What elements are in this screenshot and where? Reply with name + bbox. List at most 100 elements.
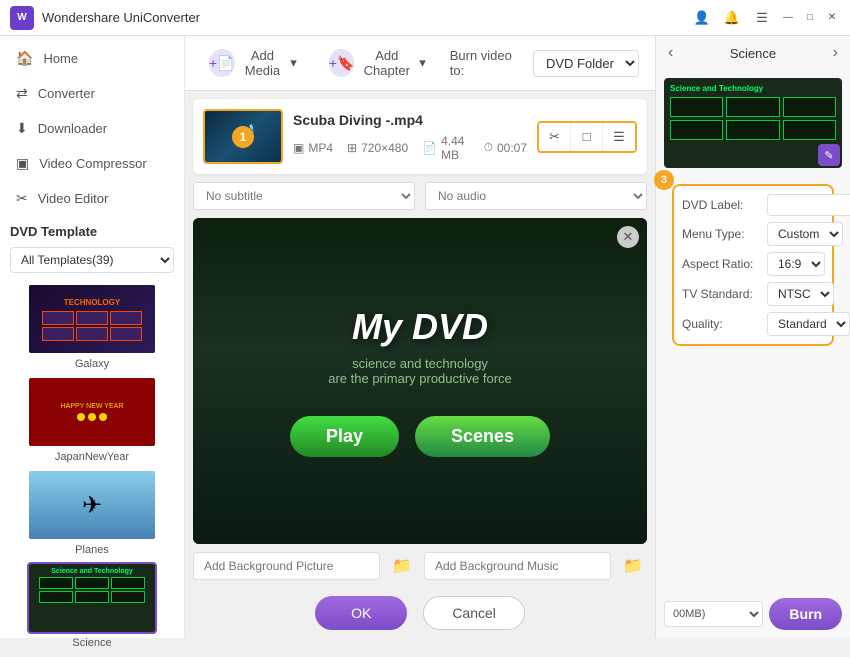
downloader-icon: ⬇	[16, 120, 28, 137]
menu-type-label: Menu Type:	[682, 227, 767, 241]
user-icon[interactable]: 👤	[690, 6, 714, 30]
quality-row: Quality: Standard High Low	[682, 312, 824, 336]
tv-standard-select[interactable]: NTSC PAL	[767, 282, 834, 306]
sidebar-label-downloader: Downloader	[38, 121, 107, 136]
template-thumb-japannewyear: HAPPY NEW YEAR	[27, 376, 157, 448]
file-resolution: ⊞ 720×480	[347, 141, 408, 155]
menu-type-select[interactable]: Custom None Default	[767, 222, 843, 246]
app-container: 🏠 Home ⇄ Converter ⬇ Downloader ▣ Video …	[0, 36, 850, 638]
preview-buttons: Play Scenes	[290, 416, 550, 457]
dvd-settings-box: DVD Label: Menu Type: Custom None Defaul…	[672, 184, 834, 346]
preview-close-button[interactable]: ✕	[617, 226, 639, 248]
file-duration: ⏱ 00:07	[484, 140, 527, 155]
nav-prev-button[interactable]: ‹	[664, 40, 677, 66]
dvd-label-input[interactable]	[767, 194, 850, 216]
file-section: 🤿 1 Scuba Diving -.mp4 ▣ MP4 ⊞ 720×480 📄	[193, 99, 647, 174]
template-thumb-science: Science and Technology	[27, 562, 157, 634]
template-grid: TECHNOLOGY Galaxy	[10, 283, 174, 649]
aspect-ratio-label: Aspect Ratio:	[682, 257, 767, 271]
file-badge: 1	[232, 126, 254, 148]
list-button[interactable]: ☰	[603, 123, 635, 151]
background-picture-input[interactable]	[193, 552, 380, 580]
sidebar-label-home: Home	[43, 51, 78, 66]
video-compressor-icon: ▣	[16, 155, 29, 172]
burn-to-select[interactable]: DVD Folder	[533, 50, 639, 77]
right-panel: ‹ Science › Science and Technology 2 ✎	[655, 36, 850, 638]
dvd-settings-wrapper: 3 DVD Label: Menu Type: Custom None Defa…	[664, 180, 842, 350]
quality-label: Quality:	[682, 317, 767, 331]
file-thumbnail: 🤿 1	[203, 109, 283, 164]
audio-select[interactable]: No audio	[425, 182, 647, 210]
template-item-science[interactable]: Science and Technology Science	[10, 562, 174, 649]
maximize-button[interactable]: □	[802, 10, 818, 26]
preview-subtitle: science and technology are the primary p…	[328, 356, 512, 386]
dvd-label-label: DVD Label:	[682, 198, 767, 212]
aspect-ratio-select[interactable]: 16:9 4:3	[767, 252, 825, 276]
add-chapter-icon: +🔖	[329, 49, 355, 77]
sidebar-item-home[interactable]: 🏠 Home	[0, 41, 184, 76]
scenes-button[interactable]: Scenes	[415, 416, 550, 457]
top-toolbar: +📄 Add Media ▾ +🔖 Add Chapter ▾ Burn vid…	[185, 36, 655, 91]
titlebar: W Wondershare UniConverter 👤 🔔 ☰ — □ ✕	[0, 0, 850, 36]
aspect-ratio-row: Aspect Ratio: 16:9 4:3	[682, 252, 824, 276]
template-select[interactable]: All Templates(39)	[10, 247, 174, 273]
home-icon: 🏠	[16, 50, 33, 67]
template-item-galaxy[interactable]: TECHNOLOGY Galaxy	[10, 283, 174, 370]
template-thumb-planes: ✈	[27, 469, 157, 541]
preview-title: My DVD	[352, 306, 488, 348]
minimize-button[interactable]: —	[780, 10, 796, 26]
close-window-button[interactable]: ✕	[824, 10, 840, 26]
dvd-template-title: DVD Template	[10, 224, 174, 239]
app-logo: W	[10, 6, 34, 30]
subtitle-select[interactable]: No subtitle	[193, 182, 415, 210]
add-chapter-button[interactable]: +🔖 Add Chapter ▾	[321, 44, 434, 82]
app-title: Wondershare UniConverter	[42, 10, 200, 25]
template-label-planes: Planes	[10, 544, 174, 556]
music-folder-button[interactable]: 📁	[619, 552, 647, 580]
window-controls: 👤 🔔 ☰ — □ ✕	[690, 6, 840, 30]
burn-size-select[interactable]: 00MB)	[664, 601, 763, 627]
sidebar-item-video-editor[interactable]: ✂ Video Editor	[0, 181, 184, 216]
edit-icon-button[interactable]: ✎	[818, 144, 840, 166]
badge-3: 3	[654, 170, 674, 190]
sidebar-item-converter[interactable]: ⇄ Converter	[0, 76, 184, 111]
template-thumb-galaxy: TECHNOLOGY	[27, 283, 157, 355]
template-label-japannewyear: JapanNewYear	[10, 451, 174, 463]
template-item-planes[interactable]: ✈ Planes	[10, 469, 174, 556]
file-meta: ▣ MP4 ⊞ 720×480 📄 4.44 MB ⏱ 00:07	[293, 134, 527, 162]
picture-folder-button[interactable]: 📁	[388, 552, 416, 580]
sidebar-label-converter: Converter	[38, 86, 95, 101]
add-media-button[interactable]: +📄 Add Media ▾	[201, 44, 305, 82]
background-music-input[interactable]	[424, 552, 611, 580]
burn-button[interactable]: Burn	[769, 598, 842, 630]
video-editor-icon: ✂	[16, 190, 28, 207]
menu-icon[interactable]: ☰	[750, 6, 774, 30]
preview-area: My DVD science and technology are the pr…	[193, 218, 647, 544]
converter-icon: ⇄	[16, 85, 28, 102]
quality-select[interactable]: Standard High Low	[767, 312, 850, 336]
cancel-button[interactable]: Cancel	[423, 596, 525, 630]
sidebar-label-video-compressor: Video Compressor	[39, 156, 146, 171]
template-item-japannewyear[interactable]: HAPPY NEW YEAR JapanNewYear	[10, 376, 174, 463]
dvd-label-row: DVD Label:	[682, 194, 824, 216]
tv-standard-row: TV Standard: NTSC PAL	[682, 282, 824, 306]
burn-area: 00MB) Burn	[656, 590, 850, 638]
subtitle-button[interactable]: □	[571, 123, 603, 151]
science-preview-title: Science and Technology	[670, 84, 763, 93]
science-preview: Science and Technology 2 ✎	[664, 78, 842, 168]
file-actions: ✂ □ ☰	[537, 121, 637, 153]
sidebar-item-downloader[interactable]: ⬇ Downloader	[0, 111, 184, 146]
play-button[interactable]: Play	[290, 416, 399, 457]
template-label-galaxy: Galaxy	[10, 358, 174, 370]
scissors-button[interactable]: ✂	[539, 123, 571, 151]
bottom-inputs: 📁 📁	[193, 552, 647, 580]
sidebar: 🏠 Home ⇄ Converter ⬇ Downloader ▣ Video …	[0, 36, 185, 638]
sidebar-item-video-compressor[interactable]: ▣ Video Compressor	[0, 146, 184, 181]
nav-next-button[interactable]: ›	[829, 40, 842, 66]
file-info: Scuba Diving -.mp4 ▣ MP4 ⊞ 720×480 📄 4.4…	[293, 112, 527, 162]
main-content: +📄 Add Media ▾ +🔖 Add Chapter ▾ Burn vid…	[185, 36, 655, 638]
science-preview-background: Science and Technology	[664, 78, 842, 168]
bell-icon[interactable]: 🔔	[720, 6, 744, 30]
nav-arrows: ‹ Science ›	[656, 36, 850, 70]
ok-button[interactable]: OK	[315, 596, 407, 630]
